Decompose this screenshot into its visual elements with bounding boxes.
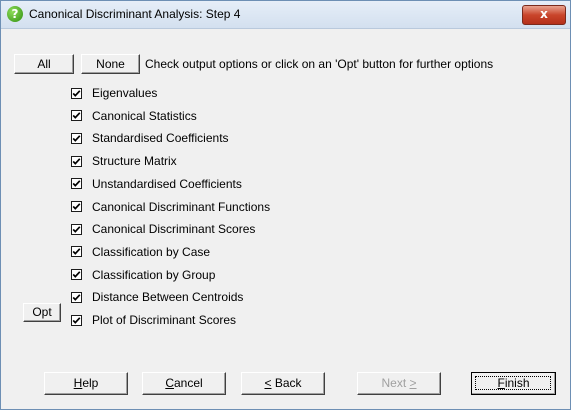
help-button-label-post: elp — [82, 376, 99, 390]
dialog-window: ? Canonical Discriminant Analysis: Step … — [0, 0, 571, 410]
cancel-button-mnemonic: C — [165, 376, 174, 390]
next-button-label: Next — [381, 376, 410, 390]
checkbox[interactable] — [71, 269, 82, 281]
checkbox[interactable] — [71, 314, 82, 326]
checkmark-icon — [72, 180, 81, 188]
option-row[interactable]: Canonical Statistics — [71, 106, 197, 126]
next-button-mnemonic: > — [409, 376, 417, 390]
checkmark-icon — [72, 225, 81, 233]
option-label: Classification by Group — [92, 267, 216, 282]
option-label: Canonical Discriminant Functions — [92, 199, 271, 214]
option-row[interactable]: Plot of Discriminant Scores — [71, 310, 236, 330]
option-label: Classification by Case — [92, 244, 211, 259]
option-label: Canonical Statistics — [92, 108, 197, 123]
cancel-button[interactable]: Cancel — [142, 372, 226, 395]
checkbox[interactable] — [71, 155, 82, 167]
checkbox[interactable] — [71, 223, 82, 235]
help-question-icon: ? — [7, 6, 23, 22]
option-row[interactable]: Unstandardised Coefficients — [71, 174, 242, 194]
option-row[interactable]: Standardised Coefficients — [71, 128, 229, 148]
option-label: Eigenvalues — [92, 86, 158, 100]
option-label: Standardised Coefficients — [92, 131, 229, 146]
checkbox[interactable] — [71, 178, 82, 190]
option-row[interactable]: Classification by Group — [71, 265, 215, 285]
checkmark-icon — [72, 112, 81, 120]
window-title: Canonical Discriminant Analysis: Step 4 — [29, 7, 241, 21]
finish-button[interactable]: Finish — [471, 372, 556, 395]
option-label: Plot of Discriminant Scores — [92, 313, 237, 327]
back-button[interactable]: < Back — [241, 372, 325, 395]
option-row[interactable]: Eigenvalues — [71, 83, 157, 103]
option-label: Canonical Discriminant Scores — [92, 222, 256, 237]
option-label: Unstandardised Coefficients — [92, 176, 242, 191]
checkbox[interactable] — [71, 132, 82, 144]
option-label: Distance Between Centroids — [92, 290, 244, 305]
option-row[interactable]: Classification by Case — [71, 242, 210, 262]
checkmark-icon — [72, 135, 81, 142]
checkmark-icon — [72, 271, 81, 278]
back-button-label: Back — [271, 376, 302, 390]
checkmark-icon — [72, 203, 81, 210]
select-none-button[interactable]: None — [81, 54, 140, 74]
help-button[interactable]: Help — [44, 372, 128, 395]
checkmark-icon — [72, 248, 81, 256]
checkbox[interactable] — [71, 291, 82, 303]
cancel-button-label-post: ancel — [173, 376, 203, 390]
option-label: Structure Matrix — [92, 154, 177, 169]
checkmark-icon — [72, 89, 81, 97]
close-button[interactable]: x — [522, 5, 566, 25]
back-button-mnemonic: < — [264, 376, 272, 390]
title-bar: ? Canonical Discriminant Analysis: Step … — [1, 1, 570, 29]
instructions-text: Check output options or click on an 'Opt… — [145, 57, 494, 71]
checkbox[interactable] — [71, 201, 82, 212]
select-all-button[interactable]: All — [14, 54, 74, 74]
option-row[interactable]: Distance Between Centroids — [71, 287, 243, 307]
option-row[interactable]: Canonical Discriminant Scores — [71, 219, 255, 239]
focus-rectangle — [475, 376, 551, 390]
option-row[interactable]: Canonical Discriminant Functions — [71, 197, 270, 217]
checkmark-icon — [72, 157, 81, 165]
checkbox[interactable] — [71, 87, 82, 99]
checkmark-icon — [72, 294, 81, 301]
checkbox[interactable] — [71, 246, 82, 258]
checkbox[interactable] — [71, 110, 82, 122]
opt-button-plot[interactable]: Opt — [23, 303, 61, 322]
next-button[interactable]: Next > — [357, 372, 441, 395]
option-row[interactable]: Structure Matrix — [71, 151, 177, 171]
checkmark-icon — [72, 316, 81, 324]
